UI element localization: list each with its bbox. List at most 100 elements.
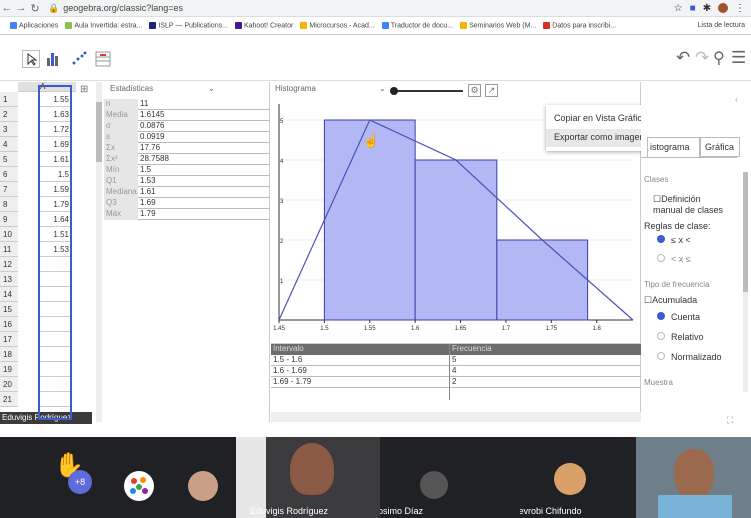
stat-value: 1.6145 bbox=[140, 110, 165, 119]
participant-video-eduvigis[interactable]: Eduvigis Rodríguez bbox=[236, 437, 380, 518]
bottom-scrollbar[interactable] bbox=[271, 412, 641, 422]
hamburger-menu-icon[interactable]: ☰ bbox=[731, 48, 746, 68]
forward-icon[interactable]: → bbox=[14, 2, 28, 14]
histogram-dropdown[interactable]: Histograma ⌄ bbox=[275, 84, 386, 96]
context-menu: Copiar en Vista Gráfica Exportar como im… bbox=[546, 105, 652, 151]
bookmark-item[interactable]: ISLP — Publications... bbox=[149, 21, 228, 29]
extension-icon[interactable]: ■ bbox=[690, 3, 696, 14]
bookmark-item[interactable]: Datos para inscribi... bbox=[543, 21, 616, 29]
row-header[interactable]: 12 bbox=[0, 257, 18, 272]
address-bar[interactable]: 🔒 geogebra.org/classic?lang=es bbox=[48, 2, 674, 15]
row-header[interactable]: 16 bbox=[0, 317, 18, 332]
freq-option-cuenta[interactable]: Cuenta bbox=[657, 312, 700, 322]
row-header[interactable]: 14 bbox=[0, 287, 18, 302]
x-tick-label: 1.7 bbox=[502, 326, 511, 332]
frequency-table: Intervalo Frecuencia 1.5 - 1.6 5 1.6 - 1.6… bbox=[271, 344, 641, 400]
redo-icon[interactable]: ↷ bbox=[695, 48, 709, 68]
row-header[interactable]: 7 bbox=[0, 182, 18, 197]
acumulada-checkbox[interactable]: ☐Acumulada bbox=[644, 295, 697, 306]
row-header[interactable]: 5 bbox=[0, 152, 18, 167]
frequency-row: 1.5 - 1.6 5 bbox=[271, 355, 641, 366]
x-tick-label: 1.65 bbox=[455, 326, 467, 332]
browser-toolbar: ← → ↻ 🔒 geogebra.org/classic?lang=es ☆ ■… bbox=[0, 0, 751, 17]
stat-label: s bbox=[104, 132, 138, 143]
frequency-cell: 5 bbox=[452, 355, 457, 364]
row-header[interactable]: 20 bbox=[0, 377, 18, 392]
freq-option-normalizado[interactable]: Normalizado bbox=[657, 352, 722, 362]
bookmark-item[interactable]: Traductor de docu... bbox=[381, 21, 453, 29]
bookmark-apps[interactable]: Aplicaciones bbox=[10, 21, 58, 29]
bookmark-item[interactable]: Aula Invertida: estra... bbox=[65, 21, 142, 29]
bookmark-item[interactable]: Kahoot! Creator bbox=[234, 21, 293, 29]
stat-value: 28.7588 bbox=[140, 154, 169, 163]
row-header[interactable]: 15 bbox=[0, 302, 18, 317]
chevron-down-icon: ⌄ bbox=[379, 84, 386, 93]
two-variable-analysis-button[interactable] bbox=[70, 50, 88, 68]
rule-option-1[interactable]: ≤ x < bbox=[657, 235, 691, 245]
participant-raised-hands[interactable]: ✋ +8 bbox=[46, 437, 106, 518]
avatar bbox=[188, 471, 218, 501]
gear-icon[interactable]: ⚙ bbox=[468, 84, 481, 97]
bookmark-item[interactable]: Seminarios Web (M... bbox=[460, 21, 536, 29]
menu-icon[interactable]: ⋮ bbox=[735, 3, 745, 14]
chevron-left-icon[interactable]: ‹ bbox=[735, 94, 738, 104]
bookmark-reading-list[interactable]: Lista de lectura bbox=[698, 22, 751, 29]
stat-value: 17.76 bbox=[140, 143, 161, 152]
spreadsheet-scrollbar[interactable] bbox=[96, 82, 102, 422]
stat-label: Σx² bbox=[104, 154, 138, 165]
tab-histograma[interactable]: istograma bbox=[647, 137, 700, 157]
participant-tile[interactable] bbox=[186, 437, 222, 518]
reload-icon[interactable]: ↻ bbox=[28, 2, 42, 15]
tab-grafica[interactable]: Gráfica bbox=[700, 137, 740, 157]
fullscreen-icon[interactable]: ⛶ bbox=[727, 415, 733, 426]
stat-value: 0.0876 bbox=[140, 121, 165, 130]
row-header[interactable]: 21 bbox=[0, 392, 18, 407]
participant-tile-nevrobi[interactable]: Nevrobi Chifundo bbox=[520, 437, 632, 518]
row-header[interactable]: 9 bbox=[0, 212, 18, 227]
manual-classes-checkbox[interactable]: ☐Definición manual de clases bbox=[653, 194, 728, 216]
more-participants-badge: +8 bbox=[68, 470, 92, 494]
slider-track[interactable] bbox=[390, 87, 463, 95]
menu-item-copy-graphics[interactable]: Copiar en Vista Gráfica bbox=[554, 113, 647, 123]
row-header[interactable]: 13 bbox=[0, 272, 18, 287]
row-header[interactable]: 6 bbox=[0, 167, 18, 182]
rule-option-2[interactable]: < x ≤ bbox=[657, 254, 691, 264]
settings-scrollbar[interactable] bbox=[743, 172, 748, 392]
undo-icon[interactable]: ↶ bbox=[676, 48, 690, 68]
star-icon[interactable]: ☆ bbox=[674, 3, 683, 14]
participant-tile-sosimo[interactable]: Sosimo Díaz bbox=[380, 437, 490, 518]
bookmark-item[interactable]: Microcursos - Acad... bbox=[300, 21, 375, 29]
menu-item-export-image[interactable]: Exportar como imagen bbox=[546, 129, 652, 147]
search-icon[interactable]: ⚲ bbox=[713, 48, 725, 68]
video-call-strip: ✋ +8 Eduvigis Rodríguez Sosimo Díaz Nevr… bbox=[0, 437, 751, 518]
export-icon[interactable]: ↗ bbox=[485, 84, 498, 97]
row-header[interactable]: 11 bbox=[0, 242, 18, 257]
row-header[interactable]: 19 bbox=[0, 362, 18, 377]
avatar bbox=[554, 463, 586, 495]
participant-video-self[interactable] bbox=[636, 437, 751, 518]
participant-tile[interactable] bbox=[120, 437, 160, 518]
row-header[interactable]: 3 bbox=[0, 122, 18, 137]
one-variable-analysis-button[interactable] bbox=[44, 50, 62, 68]
person-face bbox=[674, 449, 714, 499]
stat-label: n bbox=[104, 99, 138, 110]
row-header[interactable]: 8 bbox=[0, 197, 18, 212]
move-tool-button[interactable] bbox=[22, 50, 40, 68]
stat-label: Mín bbox=[104, 165, 138, 176]
profile-avatar[interactable] bbox=[718, 3, 728, 13]
participant-name: Nevrobi Chifundo bbox=[520, 506, 582, 516]
freq-option-relativo[interactable]: Relativo bbox=[657, 332, 704, 342]
row-header[interactable]: 18 bbox=[0, 347, 18, 362]
row-header[interactable]: 10 bbox=[0, 227, 18, 242]
back-icon[interactable]: ← bbox=[0, 2, 14, 14]
puzzle-icon[interactable]: ✱ bbox=[703, 3, 711, 14]
row-header[interactable]: 1 bbox=[0, 92, 18, 107]
radio-icon bbox=[657, 352, 665, 360]
row-header[interactable]: 17 bbox=[0, 332, 18, 347]
row-header[interactable]: 2 bbox=[0, 107, 18, 122]
stat-row: Mín 1.5 bbox=[104, 165, 270, 176]
spreadsheet-options-icon[interactable]: ⊞ bbox=[80, 84, 88, 95]
statistics-dropdown[interactable]: Estadísticas ⌄ bbox=[110, 84, 220, 96]
row-header[interactable]: 4 bbox=[0, 137, 18, 152]
multi-variable-button[interactable] bbox=[94, 50, 112, 68]
